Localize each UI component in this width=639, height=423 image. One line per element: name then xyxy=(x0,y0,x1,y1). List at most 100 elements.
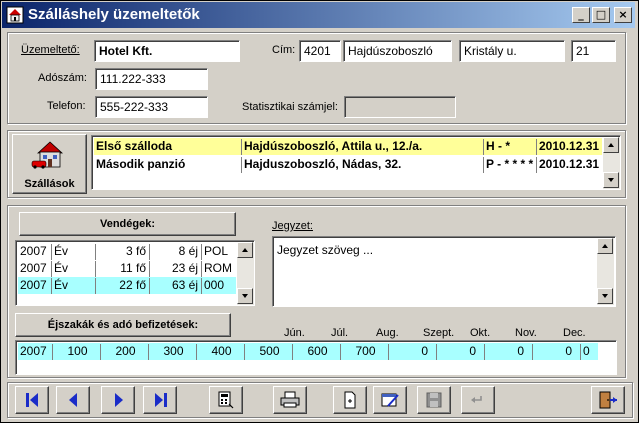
street-field[interactable]: Kristály u. xyxy=(459,40,565,62)
operator-label: Üzemeltető: xyxy=(21,44,80,56)
scroll-down-button[interactable] xyxy=(237,288,253,304)
guest-unit: Év xyxy=(52,278,96,294)
arrow-down-icon xyxy=(608,178,614,182)
calculator-icon xyxy=(218,391,234,409)
zip-field[interactable]: 4201 xyxy=(299,40,341,62)
guests-list[interactable]: 2007 Év 3 fő 8 éj POL 2007 Év 11 fő 23 é… xyxy=(15,240,255,306)
nights-cell: 0 xyxy=(437,344,485,360)
last-record-button[interactable] xyxy=(143,386,177,414)
arrow-down-icon xyxy=(242,294,248,298)
guests-scrollbar[interactable] xyxy=(237,242,254,305)
guest-country: POL xyxy=(204,244,229,258)
title-bar[interactable]: Szálláshely üzemeltetők _ □ × xyxy=(2,2,635,28)
note-text: Jegyzet szöveg ... xyxy=(277,243,374,257)
scroll-up-button[interactable] xyxy=(237,242,253,258)
lodgings-list[interactable]: Első szálloda Hajdúszoboszló, Attila u.,… xyxy=(91,135,621,190)
stat-id-field xyxy=(344,96,456,118)
nights-cell: 300 xyxy=(149,344,197,360)
arrow-up-icon xyxy=(602,244,608,248)
lodging-date: 2010.12.31 xyxy=(539,157,600,171)
lodging-category: P - * * * * xyxy=(484,157,537,173)
note-label: Jegyzet: xyxy=(272,220,313,232)
phone-field[interactable]: 555-222-333 xyxy=(95,96,208,118)
calculator-button[interactable] xyxy=(209,386,243,414)
nights-cell: 0 xyxy=(583,344,590,358)
scroll-up-button[interactable] xyxy=(603,137,619,153)
tax-id-field[interactable]: 111.222-333 xyxy=(95,68,208,90)
scroll-down-button[interactable] xyxy=(603,172,619,188)
nights-taxes-button[interactable]: Éjszakák és adó befizetések: xyxy=(15,313,231,337)
guest-persons: 3 fő xyxy=(96,244,150,260)
month-header: Okt. xyxy=(470,327,491,339)
lodging-name: Első szálloda xyxy=(94,139,242,155)
lodging-row[interactable]: Első szálloda Hajdúszoboszló, Attila u.,… xyxy=(94,138,602,155)
nights-grid[interactable]: 2007 100 200 300 400 500 600 700 0 0 0 0… xyxy=(15,340,617,375)
nights-cell: 700 xyxy=(341,344,389,360)
guest-year: 2007 xyxy=(18,261,52,277)
new-record-button[interactable] xyxy=(333,386,367,414)
printer-icon xyxy=(280,391,300,408)
lodging-date: 2010.12.31 xyxy=(539,139,600,153)
scroll-down-button[interactable] xyxy=(597,288,613,304)
guests-button[interactable]: Vendégek: xyxy=(19,212,236,236)
address-label: Cím: xyxy=(272,44,296,56)
save-disk-icon xyxy=(426,392,442,408)
guest-row-selected[interactable]: 2007 Év 22 fő 63 éj 000 xyxy=(18,277,236,294)
app-house-icon xyxy=(6,6,24,24)
lodgings-button[interactable]: Szállások xyxy=(12,134,87,194)
first-record-button[interactable] xyxy=(15,386,49,414)
city-field[interactable]: Hajdúszoboszló xyxy=(343,40,452,62)
guest-row[interactable]: 2007 Év 3 fő 8 éj POL xyxy=(18,243,236,260)
nights-cell: 600 xyxy=(293,344,341,360)
guest-country: 000 xyxy=(204,278,225,292)
save-button[interactable] xyxy=(417,386,451,414)
lodging-row[interactable]: Második panzió Hajduszoboszló, Nádas, 32… xyxy=(94,156,602,173)
next-record-button[interactable] xyxy=(101,386,135,414)
nights-year: 2007 xyxy=(18,344,53,360)
guest-unit: Év xyxy=(52,244,96,260)
maximize-button[interactable]: □ xyxy=(592,7,610,23)
guest-year: 2007 xyxy=(18,244,52,260)
edit-record-button[interactable] xyxy=(373,386,407,414)
lodgings-scrollbar[interactable] xyxy=(603,137,620,189)
house-number-field[interactable]: 21 xyxy=(571,40,616,62)
guest-persons: 11 fő xyxy=(96,261,150,277)
note-textarea[interactable]: Jegyzet szöveg ... xyxy=(272,236,616,307)
previous-record-button[interactable] xyxy=(56,386,90,414)
nights-cell: 0 xyxy=(533,344,581,360)
arrow-up-icon xyxy=(608,143,614,147)
arrow-down-icon xyxy=(602,294,608,298)
scroll-up-button[interactable] xyxy=(597,238,613,254)
nights-cell: 0 xyxy=(485,344,533,360)
lodging-name: Második panzió xyxy=(94,157,242,173)
exit-button[interactable] xyxy=(591,386,625,414)
window-title: Szálláshely üzemeltetők xyxy=(28,6,200,23)
lodgings-button-label: Szállások xyxy=(24,178,75,190)
guest-nights: 23 éj xyxy=(150,261,202,277)
stat-label: Statisztikai számjel: xyxy=(242,101,338,113)
arrow-up-icon xyxy=(242,248,248,252)
guest-nights: 8 éj xyxy=(150,244,202,260)
print-button[interactable] xyxy=(273,386,307,414)
new-document-icon xyxy=(344,391,356,409)
operator-name-field[interactable]: Hotel Kft. xyxy=(94,40,240,62)
minimize-button[interactable]: _ xyxy=(572,7,590,23)
lodging-address: Hajdúszoboszló, Attila u., 12./a. xyxy=(242,139,484,155)
close-button[interactable]: × xyxy=(614,7,632,23)
month-header: Jún. xyxy=(284,327,305,339)
guest-year: 2007 xyxy=(18,278,52,294)
month-header: Aug. xyxy=(376,327,399,339)
undo-button[interactable] xyxy=(461,386,495,414)
previous-record-icon xyxy=(69,393,77,407)
phone-label: Telefon: xyxy=(47,100,86,112)
nights-row[interactable]: 2007 100 200 300 400 500 600 700 0 0 0 0… xyxy=(18,343,598,360)
nights-cell: 500 xyxy=(245,344,293,360)
guest-row[interactable]: 2007 Év 11 fő 23 éj ROM xyxy=(18,260,236,277)
month-header: Szept. xyxy=(423,327,455,339)
last-icon-bar xyxy=(164,393,167,407)
month-header: Nov. xyxy=(515,327,537,339)
nights-cell: 200 xyxy=(101,344,149,360)
undo-icon xyxy=(471,396,482,403)
nights-cell: 0 xyxy=(389,344,437,360)
note-scrollbar[interactable] xyxy=(597,238,614,305)
